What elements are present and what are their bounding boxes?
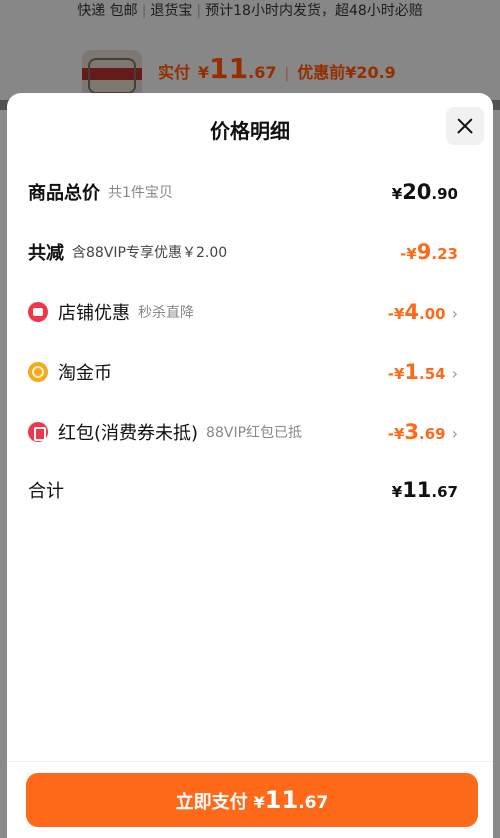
row-label: 店铺优惠	[58, 303, 130, 324]
chevron-right-icon: ›	[451, 304, 458, 323]
row-amount: ¥11.67	[391, 478, 458, 502]
store-icon	[28, 302, 48, 322]
row-store-discount[interactable]: 店铺优惠 秒杀直降 -¥ 4.00 ›	[28, 292, 458, 332]
row-amount: -¥ 1.54 ›	[387, 360, 458, 384]
row-amount: -¥ 4.00 ›	[387, 300, 458, 324]
row-amount: -¥ 3.69 ›	[387, 420, 458, 444]
coin-icon	[28, 362, 48, 382]
row-label: 商品总价	[28, 183, 100, 204]
row-amount: ¥20.90	[391, 180, 458, 204]
row-taojinbi[interactable]: 淘金币 -¥ 1.54 ›	[28, 352, 458, 392]
row-sub: 含88VIP专享优惠￥2.00	[72, 245, 228, 261]
chevron-right-icon: ›	[451, 364, 458, 383]
row-red-packet[interactable]: 红包(消费券未抵) 88VIP红包已抵 -¥ 3.69 ›	[28, 412, 458, 452]
pay-now-button[interactable]: 立即支付 ¥ 11 .67	[26, 773, 478, 827]
row-label: 共减	[28, 243, 64, 264]
red-packet-icon	[28, 422, 48, 442]
row-total-discount: 共减 含88VIP专享优惠￥2.00 -¥ 9.23	[28, 232, 458, 272]
row-sub: 88VIP红包已抵	[206, 425, 303, 441]
row-amount: -¥ 9.23	[400, 240, 458, 264]
close-icon[interactable]	[446, 107, 484, 145]
row-sub: 秒杀直降	[138, 305, 194, 321]
footer-divider	[7, 761, 493, 762]
row-label: 合计	[28, 481, 64, 502]
row-goods-total: 商品总价 共1件宝贝 ¥20.90	[28, 172, 458, 212]
chevron-right-icon: ›	[451, 424, 458, 443]
pay-now-amount: 11	[264, 786, 299, 814]
row-label: 红包(消费券未抵)	[58, 423, 199, 444]
pay-now-label: 立即支付	[175, 792, 248, 813]
row-label: 淘金币	[58, 363, 112, 384]
price-detail-sheet: 价格明细 商品总价 共1件宝贝 ¥20.90 共减 含88VIP专享优惠￥2.0…	[7, 93, 493, 838]
row-sub: 共1件宝贝	[108, 185, 173, 201]
sheet-title: 价格明细	[210, 119, 290, 143]
row-grand-total: 合计 ¥11.67	[28, 470, 458, 510]
